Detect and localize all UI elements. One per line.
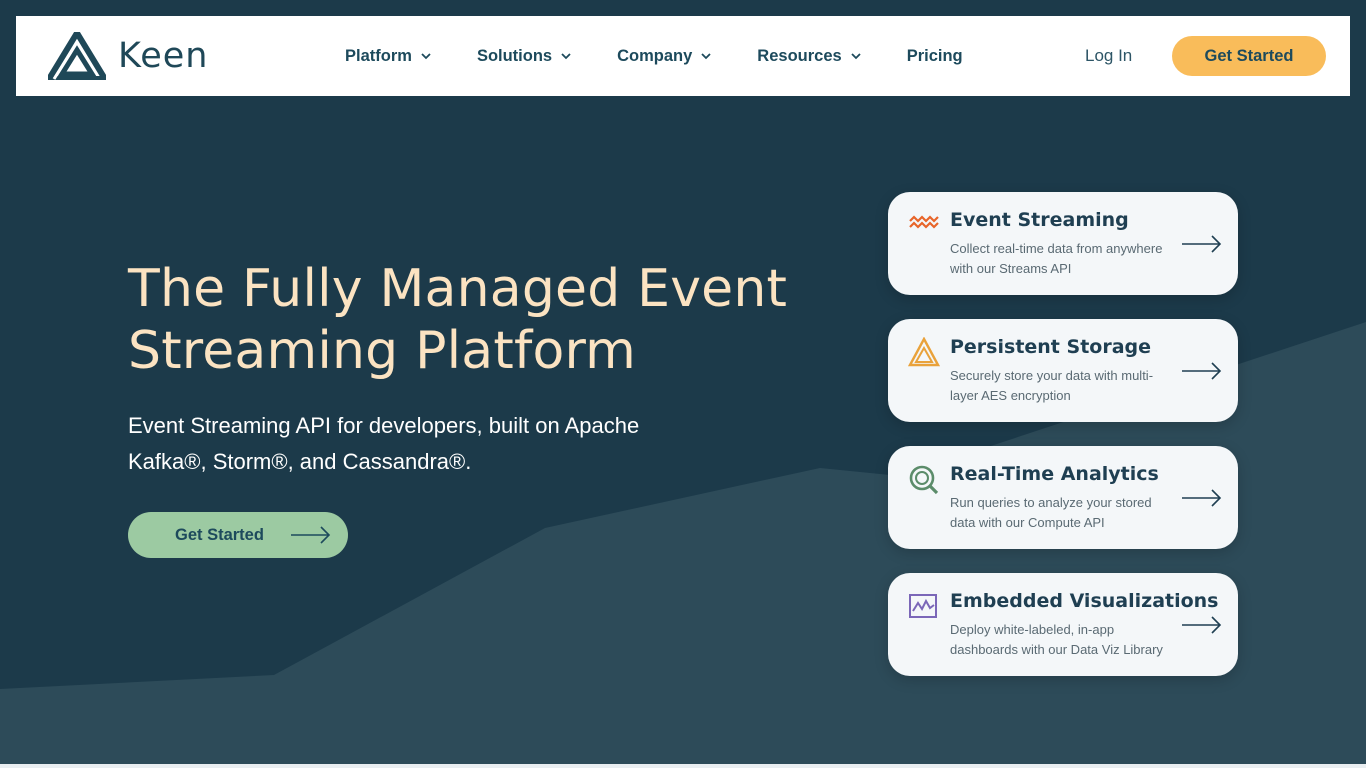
arrow-right-icon — [1182, 616, 1222, 634]
hero-subtitle: Event Streaming API for developers, buil… — [128, 413, 640, 474]
feature-card-persistent-storage[interactable]: Persistent Storage Securely store your d… — [888, 319, 1238, 422]
magnifier-icon — [909, 465, 939, 495]
feature-description: Collect real-time data from anywhere wit… — [950, 241, 1163, 276]
nav-item-platform[interactable]: Platform — [345, 47, 431, 66]
feature-card-event-streaming[interactable]: Event Streaming Collect real-time data f… — [888, 192, 1238, 295]
hero-cta-label: Get Started — [175, 526, 264, 544]
main-nav: Platform Solutions Company Resources Pri… — [345, 16, 1009, 96]
nav-item-label: Resources — [757, 46, 842, 65]
line-chart-icon — [909, 594, 937, 618]
feature-description: Securely store your data with multi-laye… — [950, 368, 1154, 403]
triangle-icon — [908, 337, 940, 367]
page: Keen Platform Solutions Company Resource… — [0, 0, 1366, 768]
nav-get-started-button[interactable]: Get Started — [1172, 36, 1326, 76]
arrow-right-icon — [1182, 235, 1222, 253]
feature-title: Persistent Storage — [950, 336, 1152, 358]
feature-title: Embedded Visualizations — [950, 590, 1219, 612]
nav-item-label: Company — [617, 46, 693, 65]
arrow-right-icon — [1182, 362, 1222, 380]
feature-description: Deploy white-labeled, in-app dashboards … — [950, 622, 1163, 657]
keen-logo-icon — [48, 32, 106, 80]
feature-title: Event Streaming — [950, 209, 1129, 231]
chevron-down-icon — [701, 52, 711, 59]
chevron-down-icon — [851, 52, 861, 59]
hero-title: The Fully Managed Event Streaming Platfo… — [128, 259, 788, 381]
keen-logo-text: Keen — [118, 36, 209, 76]
chevron-down-icon — [561, 52, 571, 59]
arrow-right-icon — [291, 526, 331, 544]
bottom-strip — [0, 764, 1366, 768]
nav-item-company[interactable]: Company — [617, 47, 711, 66]
feature-card-real-time-analytics[interactable]: Real-Time Analytics Run queries to analy… — [888, 446, 1238, 549]
feature-card-embedded-visualizations[interactable]: Embedded Visualizations Deploy white-lab… — [888, 573, 1238, 676]
keen-logo[interactable]: Keen — [48, 32, 208, 80]
nav-item-label: Platform — [345, 46, 412, 65]
nav-item-label: Pricing — [906, 46, 963, 65]
nav-item-resources[interactable]: Resources — [757, 46, 861, 66]
navbar: Keen Platform Solutions Company Resource… — [16, 16, 1350, 96]
nav-item-label: Solutions — [476, 46, 553, 65]
feature-title: Real-Time Analytics — [950, 463, 1159, 485]
feature-description: Run queries to analyze your stored data … — [950, 495, 1152, 530]
arrow-right-icon — [1182, 489, 1222, 507]
hero-get-started-button[interactable]: Get Started — [128, 512, 348, 558]
nav-item-pricing[interactable]: Pricing — [907, 47, 963, 66]
login-link[interactable]: Log In — [1085, 16, 1132, 96]
wave-icon — [909, 215, 939, 229]
chevron-down-icon — [421, 52, 431, 59]
nav-item-solutions[interactable]: Solutions — [477, 47, 571, 66]
